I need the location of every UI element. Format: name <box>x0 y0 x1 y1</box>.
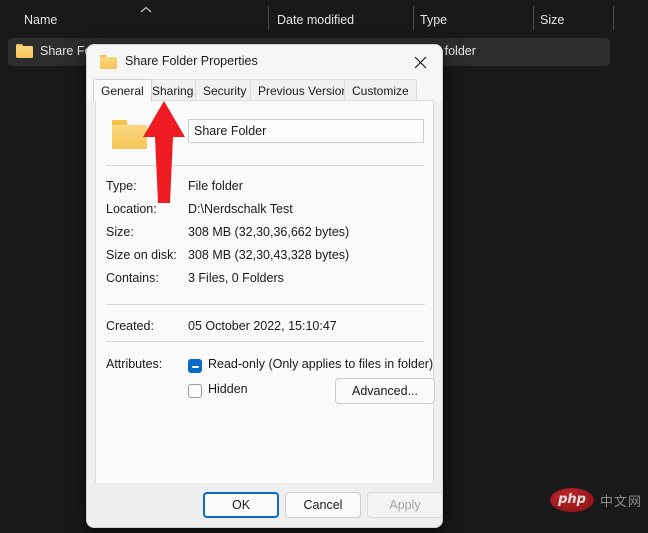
column-divider[interactable] <box>613 6 614 30</box>
property-row-location: Location: D:\Nerdschalk Test <box>106 202 425 220</box>
advanced-button[interactable]: Advanced... <box>335 378 435 404</box>
property-label: Created: <box>106 319 154 333</box>
cancel-button[interactable]: Cancel <box>285 492 361 518</box>
close-icon[interactable] <box>398 45 442 79</box>
column-divider[interactable] <box>533 6 534 30</box>
property-label: Size: <box>106 225 134 239</box>
php-logo-text: php <box>558 492 586 507</box>
folder-name-input[interactable]: Share Folder <box>188 119 424 143</box>
property-label: Contains: <box>106 271 159 285</box>
column-header-size[interactable]: Size <box>540 13 564 27</box>
folder-name-row: Share Folder <box>106 117 425 155</box>
tab-customize[interactable]: Customize <box>344 79 417 101</box>
dialog-footer: OK Cancel Apply <box>87 483 442 527</box>
column-header-type[interactable]: Type <box>420 13 447 27</box>
column-header-bar: Name Date modified Type Size <box>0 0 648 36</box>
tab-general[interactable]: General <box>93 79 152 101</box>
hidden-checkbox[interactable] <box>188 384 202 398</box>
chevron-up-icon <box>140 6 152 14</box>
property-row-type: Type: File folder <box>106 179 425 197</box>
property-value: 308 MB (32,30,36,662 bytes) <box>188 225 350 239</box>
share-folder-properties-dialog: Share Folder Properties General Sharing … <box>86 44 443 528</box>
property-label: Type: <box>106 179 137 193</box>
column-header-name[interactable]: Name <box>24 13 57 27</box>
folder-icon <box>100 55 117 69</box>
dialog-titlebar[interactable]: Share Folder Properties <box>87 45 442 79</box>
watermark-site-text: 中文网 <box>600 494 643 509</box>
property-value: 308 MB (32,30,43,328 bytes) <box>188 248 350 262</box>
property-value: File folder <box>188 179 243 193</box>
property-label: Location: <box>106 202 157 216</box>
folder-icon <box>112 120 147 149</box>
property-label: Size on disk: <box>106 248 177 262</box>
tab-strip: General Sharing Security Previous Versio… <box>87 79 442 101</box>
property-row-contains: Contains: 3 Files, 0 Folders <box>106 271 425 289</box>
screen: Name Date modified Type Size Share Folde… <box>0 0 648 533</box>
property-value: 3 Files, 0 Folders <box>188 271 284 285</box>
divider <box>106 165 425 166</box>
php-watermark: php 中文网 <box>550 487 642 515</box>
attributes-hidden-row: Hidden Advanced... <box>106 378 435 404</box>
column-divider[interactable] <box>268 6 269 30</box>
attributes-label: Attributes: <box>106 357 163 371</box>
column-header-date-modified[interactable]: Date modified <box>277 13 354 27</box>
property-value: D:\Nerdschalk Test <box>188 202 293 216</box>
divider <box>106 341 425 342</box>
tab-security[interactable]: Security <box>195 79 255 101</box>
ok-button[interactable]: OK <box>203 492 279 518</box>
divider <box>106 304 425 305</box>
dialog-title: Share Folder Properties <box>125 54 258 68</box>
attributes-readonly-row: Attributes: Read-only (Only applies to f… <box>106 357 433 375</box>
readonly-checkbox[interactable] <box>188 359 202 373</box>
tab-sharing[interactable]: Sharing <box>144 79 202 101</box>
apply-button: Apply <box>367 492 442 518</box>
property-value: 05 October 2022, 15:10:47 <box>188 319 337 333</box>
readonly-label: Read-only (Only applies to files in fold… <box>208 357 434 371</box>
folder-icon <box>16 44 33 58</box>
column-divider[interactable] <box>413 6 414 30</box>
property-row-size: Size: 308 MB (32,30,36,662 bytes) <box>106 225 425 243</box>
property-row-created: Created: 05 October 2022, 15:10:47 <box>106 319 425 337</box>
general-tab-panel: Share Folder Type: File folder Location:… <box>95 100 435 488</box>
hidden-label: Hidden <box>208 382 248 396</box>
property-row-size-on-disk: Size on disk: 308 MB (32,30,43,328 bytes… <box>106 248 425 266</box>
